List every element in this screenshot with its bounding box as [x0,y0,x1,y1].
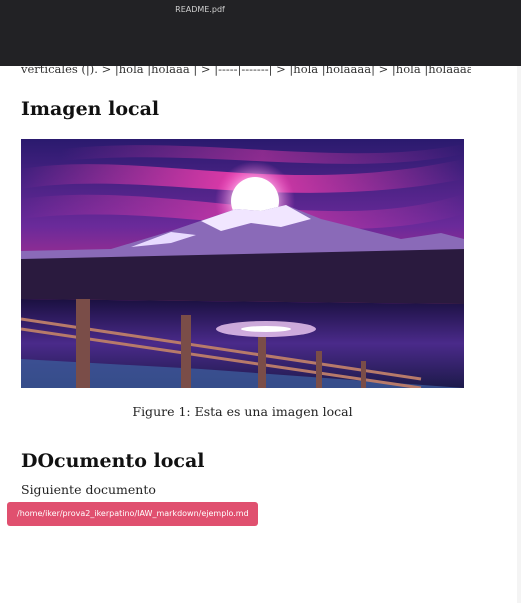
section-heading-imagen-local: Imagen local [21,98,160,120]
document-link-paragraph[interactable]: Siguiente documento [21,482,156,497]
link-url-tooltip: /home/iker/prova2_ikerpatino/IAW_markdow… [7,502,258,526]
window-title: README.pdf [175,5,225,14]
figure-caption: Figure 1: Esta es una imagen local [132,404,353,419]
vertical-scrollbar[interactable] [517,66,521,603]
pdf-page: verticales (|). > |hola |holaaa | > |---… [0,0,521,603]
viewer-toolbar: README.pdf [0,0,521,66]
section-heading-documento-local: DOcumento local [21,450,205,472]
local-image-figure [21,139,464,388]
